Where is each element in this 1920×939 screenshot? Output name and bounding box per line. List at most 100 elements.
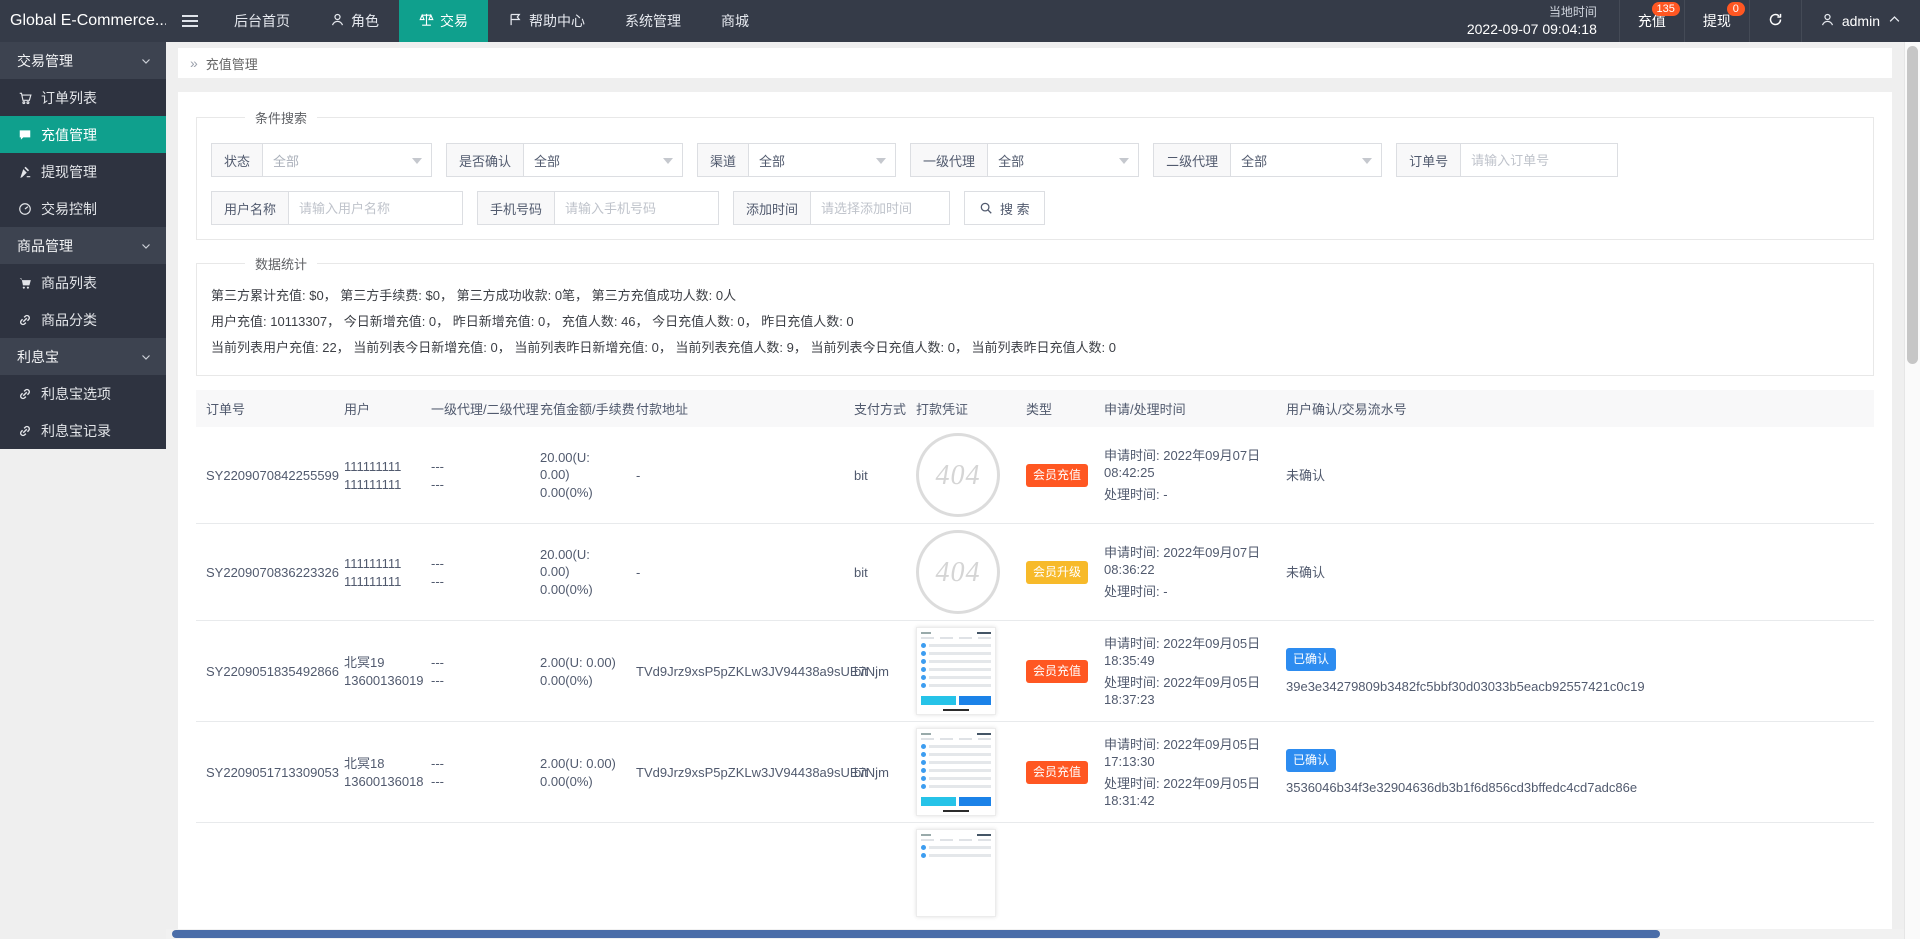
chevron-down-icon — [140, 240, 152, 252]
apply-time: 申请时间: 2022年09月07日 08:36:22 — [1104, 544, 1270, 578]
status-label: 状态 — [211, 143, 262, 177]
confirm-select[interactable]: 全部 — [523, 143, 683, 177]
search-button[interactable]: 搜 索 — [964, 191, 1045, 225]
agent-level2: --- — [431, 573, 524, 590]
nav-item-label: 帮助中心 — [529, 11, 585, 31]
sidebar-group-goods[interactable]: 商品管理 — [0, 227, 166, 264]
confirm-badge: 已确认 — [1286, 749, 1336, 772]
user-name: 北冥18 — [344, 755, 415, 772]
agent2-field: 二级代理 全部 — [1153, 143, 1382, 177]
page-title: 充值管理 — [206, 54, 258, 73]
process-time: 处理时间: - — [1104, 583, 1270, 600]
type-badge: 会员充值 — [1026, 660, 1088, 683]
type-badge: 会员充值 — [1026, 761, 1088, 784]
sidebar-toggle-button[interactable] — [166, 0, 214, 42]
stats-fieldset: 数据统计 第三方累计充值: $0， 第三方手续费: $0， 第三方成功收款: 0… — [196, 254, 1874, 376]
recharge-shortcut[interactable]: 充值 135 — [1619, 0, 1684, 42]
sidebar-item-label: 充值管理 — [41, 125, 97, 145]
apply-time: 申请时间: 2022年09月05日 18:35:49 — [1104, 635, 1270, 669]
agent1-value: 全部 — [998, 151, 1024, 170]
pay-address: TVd9Jrz9xsP5pZKLw3JV94438a9sUE7Njm — [626, 657, 844, 686]
app-logo: Global E-Commerce... — [0, 0, 166, 42]
sidebar-item-label: 利息宝选项 — [41, 384, 111, 404]
status-select[interactable]: 全部 — [262, 143, 432, 177]
sidebar-item-label: 利息宝记录 — [41, 421, 111, 441]
username-input[interactable] — [288, 191, 463, 225]
sidebar-item-label: 商品列表 — [41, 273, 97, 293]
add-time-input[interactable] — [810, 191, 950, 225]
sidebar-group-label: 利息宝 — [17, 347, 59, 367]
user-account: 111111111 — [344, 476, 415, 493]
nav-item-system[interactable]: 系统管理 — [605, 0, 701, 42]
nav-right: 当地时间 2022-09-07 09:04:18 充值 135 提现 0 adm… — [1449, 0, 1920, 42]
type-badge: 会员充值 — [1026, 464, 1088, 487]
sidebar: 交易管理 订单列表 充值管理 提现管理 交易控制 商品管理 商品列表 — [0, 42, 166, 449]
fee: 0.00(0%) — [540, 484, 620, 501]
channel-select[interactable]: 全部 — [748, 143, 896, 177]
phone-label: 手机号码 — [477, 191, 554, 225]
stats-line-3: 当前列表用户充值: 22， 当前列表今日新增充值: 0， 当前列表昨日新增充值:… — [211, 335, 1859, 361]
confirm-badge: 已确认 — [1286, 648, 1336, 671]
user-menu[interactable]: admin — [1801, 0, 1920, 42]
sidebar-item-goods-list[interactable]: 商品列表 — [0, 264, 166, 301]
main-area: » 充值管理 条件搜索 状态 全部 是否确认 全部 渠道 — [166, 42, 1904, 939]
chevron-up-icon — [1887, 12, 1902, 30]
sidebar-item-withdraw-mgmt[interactable]: 提现管理 — [0, 153, 166, 190]
agent2-select[interactable]: 全部 — [1230, 143, 1382, 177]
order-no-input[interactable] — [1460, 143, 1618, 177]
vertical-scrollbar-thumb[interactable] — [1907, 46, 1918, 364]
order-no-label: 订单号 — [1396, 143, 1460, 177]
link-icon — [18, 387, 32, 401]
voucher-screenshot-thumbnail[interactable] — [916, 728, 996, 816]
caret-down-icon — [1362, 158, 1372, 164]
caret-down-icon — [876, 158, 886, 164]
chevron-down-icon — [140, 351, 152, 363]
voucher-screenshot-thumbnail[interactable] — [916, 627, 996, 715]
nav-item-label: 商城 — [721, 11, 749, 31]
user-account: 111111111 — [344, 573, 415, 590]
sidebar-item-lixibao-records[interactable]: 利息宝记录 — [0, 412, 166, 449]
order-no: SY2209051835492866 — [196, 657, 334, 686]
voucher-404-image[interactable]: 404 — [916, 433, 1000, 517]
sidebar-item-trade-control[interactable]: 交易控制 — [0, 190, 166, 227]
stats-legend: 数据统计 — [245, 254, 317, 273]
agent-level2: --- — [431, 672, 524, 689]
phone-input[interactable] — [554, 191, 719, 225]
user-icon — [330, 12, 345, 30]
refresh-button[interactable] — [1749, 0, 1801, 42]
recharge-amount: 20.00(U: 0.00) — [540, 449, 620, 483]
nav-item-dashboard[interactable]: 后台首页 — [214, 0, 310, 42]
horizontal-scrollbar-thumb[interactable] — [172, 930, 1660, 938]
sidebar-item-goods-category[interactable]: 商品分类 — [0, 301, 166, 338]
sidebar-item-order-list[interactable]: 订单列表 — [0, 79, 166, 116]
nav-item-help[interactable]: 帮助中心 — [488, 0, 605, 42]
nav-item-label: 系统管理 — [625, 11, 681, 31]
status-value: 全部 — [273, 151, 299, 170]
sidebar-item-recharge-mgmt[interactable]: 充值管理 — [0, 116, 166, 153]
sidebar-item-lixibao-options[interactable]: 利息宝选项 — [0, 375, 166, 412]
table-row: SY2209070836223326 111111111111111111 --… — [196, 524, 1874, 621]
agent1-label: 一级代理 — [910, 143, 987, 177]
horizontal-scrollbar[interactable] — [166, 929, 1904, 939]
voucher-screenshot-thumbnail[interactable] — [916, 829, 996, 917]
sidebar-group-trade[interactable]: 交易管理 — [0, 42, 166, 79]
sidebar-item-label: 提现管理 — [41, 162, 97, 182]
withdraw-label: 提现 — [1703, 11, 1731, 31]
col-pay-method: 支付方式 — [844, 390, 906, 427]
voucher-404-image[interactable]: 404 — [916, 530, 1000, 614]
nav-item-label: 角色 — [351, 11, 379, 31]
table-row — [196, 823, 1874, 923]
nav-item-mall[interactable]: 商城 — [701, 0, 769, 42]
agent-level1: --- — [431, 654, 524, 671]
nav-item-roles[interactable]: 角色 — [310, 0, 399, 42]
apply-time: 申请时间: 2022年09月07日 08:42:25 — [1104, 447, 1270, 481]
vertical-scrollbar[interactable] — [1904, 42, 1920, 939]
withdraw-shortcut[interactable]: 提现 0 — [1684, 0, 1749, 42]
sidebar-group-lixibao[interactable]: 利息宝 — [0, 338, 166, 375]
sidebar-group-label: 商品管理 — [17, 236, 73, 256]
transaction-hash: 39e3e34279809b3482fc5bbf30d03033b5eacb92… — [1286, 678, 1868, 695]
agent1-select[interactable]: 全部 — [987, 143, 1139, 177]
col-type: 类型 — [1016, 390, 1094, 427]
table-row: SY2209051835492866 北冥1913600136019 -----… — [196, 621, 1874, 722]
nav-item-trade[interactable]: 交易 — [399, 0, 488, 42]
